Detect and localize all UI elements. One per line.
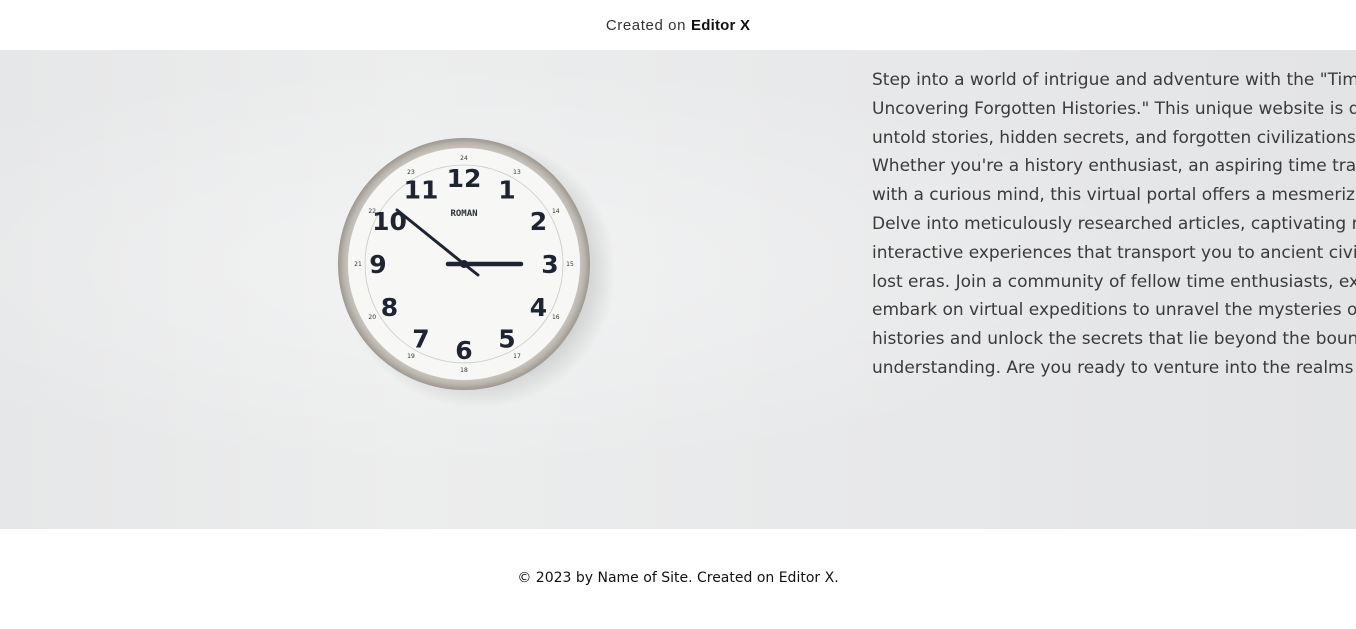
editor-x-logo[interactable]: Editor X [691, 17, 750, 34]
clock-inner-numeral: 24 [460, 155, 468, 162]
hero-section: 12 1 2 3 4 5 6 7 8 9 10 11 13 14 15 16 17 18 19 20 21 22 23 24… [0, 50, 1356, 529]
hero-description: Step into a world of intrigue and advent… [872, 66, 1356, 383]
story-line: with a curious mind, this virtual portal… [872, 185, 1356, 206]
clock-numeral: 3 [541, 250, 558, 279]
clock-inner-numeral: 18 [460, 367, 468, 374]
clock-numeral: 12 [447, 164, 482, 193]
story-line: interactive experiences that transport y… [872, 242, 1356, 263]
site-footer: © 2023 by Name of Site. Created on Edito… [0, 529, 1356, 629]
story-line: untold stories, hidden secrets, and forg… [872, 127, 1356, 148]
clock-numeral: 5 [498, 325, 515, 354]
story-line: embark on virtual expeditions to unravel… [872, 300, 1356, 321]
clock-numeral: 11 [404, 176, 439, 205]
wall-clock-image: 12 1234567891011 131415161718192021222324… [338, 136, 616, 408]
clock-inner-numeral: 14 [552, 208, 560, 215]
clock-inner-numeral: 17 [513, 353, 521, 360]
clock-inner-numeral: 19 [407, 353, 415, 360]
story-line: Uncovering Forgotten Histories." This un… [872, 98, 1356, 119]
clock-numeral: 8 [381, 293, 398, 322]
story-line: Whether you're a history enthusiast, an … [872, 156, 1356, 177]
story-line: Delve into meticulously researched artic… [872, 213, 1356, 234]
clock-numeral: 6 [455, 336, 472, 365]
clock-numeral: 7 [412, 325, 429, 354]
story-line: understanding. Are you ready to venture … [872, 357, 1356, 378]
editor-x-banner[interactable]: Created on Editor X [0, 0, 1356, 50]
clock-inner-numeral: 22 [368, 208, 376, 215]
footer-copyright: © 2023 by Name of Site. Created on Edito… [517, 570, 839, 586]
clock-numeral: 9 [369, 250, 386, 279]
banner-prefix: Created on [605, 16, 687, 34]
clock-inner-numeral: 15 [566, 261, 574, 268]
clock-inner-numeral: 16 [552, 314, 560, 321]
clock-inner-numeral: 23 [407, 169, 415, 176]
clock-inner-numeral: 13 [513, 169, 521, 176]
clock-numeral: 2 [530, 207, 547, 236]
story-line: lost eras. Join a community of fellow ti… [872, 271, 1356, 292]
clock-inner-numeral: 21 [354, 261, 362, 268]
clock-numeral: 1 [498, 176, 515, 205]
clock-inner-numeral: 20 [368, 314, 376, 321]
story-line: Step into a world of intrigue and advent… [872, 70, 1356, 90]
clock-numeral: 10 [372, 207, 407, 236]
clock-numeral: 4 [530, 293, 547, 322]
clock-brand: ROMAN [450, 209, 477, 219]
story-line: histories and unlock the secrets that li… [872, 329, 1356, 350]
clock-center [460, 260, 468, 268]
